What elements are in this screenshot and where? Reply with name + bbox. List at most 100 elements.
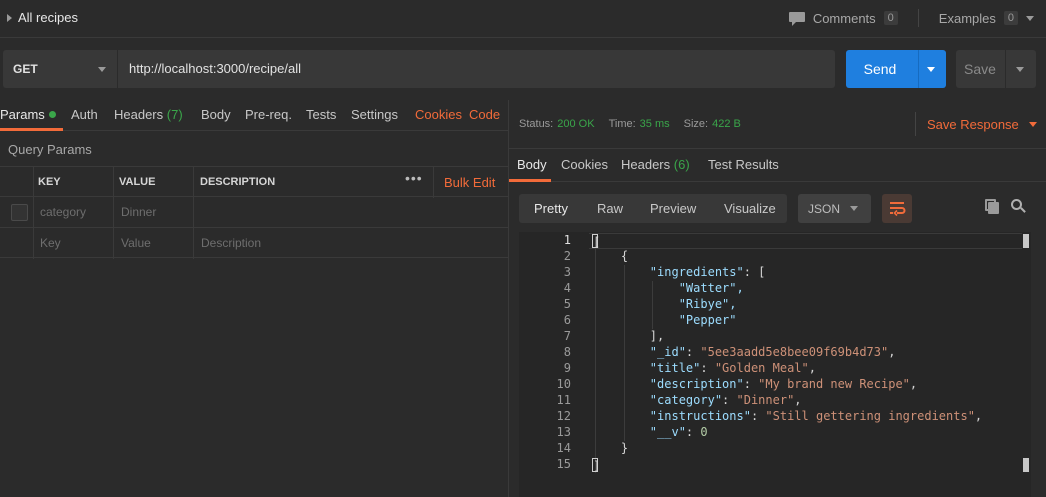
active-tab-indicator — [509, 179, 551, 182]
examples-button[interactable]: Examples — [939, 11, 996, 26]
column-header-key: KEY — [38, 176, 61, 188]
tab-body[interactable]: Body — [201, 107, 231, 122]
code-link[interactable]: Code — [469, 107, 500, 122]
id-value: "5ee3aadd5e8bee09f69b4d73" — [700, 345, 889, 359]
view-pretty-button[interactable]: Pretty — [534, 201, 568, 216]
response-tabs: Body Cookies Headers (6) Test Results — [509, 149, 1046, 182]
active-tab-indicator — [0, 128, 63, 131]
line-number: 15 — [556, 457, 571, 471]
save-options-chevron-icon[interactable] — [1016, 67, 1024, 72]
new-key-input[interactable]: Key — [40, 236, 61, 250]
line-number: 14 — [556, 441, 571, 455]
param-value-input[interactable]: Dinner — [121, 205, 156, 219]
save-response-label: Save Response — [927, 117, 1019, 132]
category-value: "Dinner" — [736, 393, 795, 407]
chevron-down-icon — [850, 206, 858, 211]
examples-chevron-down-icon[interactable] — [1026, 15, 1034, 21]
examples-count-badge: 0 — [1003, 11, 1018, 25]
cookies-link[interactable]: Cookies — [415, 107, 462, 122]
url-input[interactable]: http://localhost:3000/recipe/all — [118, 50, 835, 88]
param-enable-checkbox[interactable] — [11, 204, 28, 221]
method-select[interactable]: GET — [3, 50, 117, 88]
tab-prereq[interactable]: Pre-req. — [245, 107, 292, 122]
size-label: Size: — [683, 118, 709, 130]
ingredient-value: "Pepper" — [678, 313, 737, 327]
top-bar: All recipes Comments 0 Examples 0 — [0, 0, 1046, 38]
line-number: 3 — [563, 265, 571, 279]
tab-headers-label: Headers — [114, 107, 164, 122]
column-header-description: DESCRIPTION — [200, 176, 276, 188]
chevron-down-icon — [98, 67, 106, 72]
save-button[interactable]: Save — [956, 50, 1036, 88]
code-line: "ingredients": [ — [649, 265, 766, 279]
format-label: JSON — [808, 202, 841, 216]
status-value: 200 OK — [557, 118, 595, 130]
tab-response-headers-label: Headers — [621, 157, 671, 172]
line-number: 8 — [563, 345, 571, 359]
tab-test-results[interactable]: Test Results — [708, 157, 779, 172]
code-line: "title": "Golden Meal", — [649, 361, 816, 375]
bulk-edit-link[interactable]: Bulk Edit — [444, 175, 495, 190]
param-key-input[interactable]: category — [40, 205, 86, 219]
save-label: Save — [964, 61, 996, 77]
new-description-input[interactable]: Description — [201, 236, 261, 250]
tab-auth[interactable]: Auth — [71, 107, 98, 122]
code-line: [ — [592, 234, 601, 249]
copy-icon[interactable] — [985, 199, 999, 214]
time-value: 35 ms — [639, 118, 670, 130]
tab-headers[interactable]: Headers (7) — [114, 107, 183, 122]
save-response-button[interactable]: Save Response — [927, 117, 1037, 132]
ingredient-value: "Watter", — [678, 281, 744, 295]
view-raw-button[interactable]: Raw — [597, 201, 623, 216]
code-line: ], — [592, 329, 665, 343]
scroll-marker — [1023, 234, 1029, 248]
line-number: 7 — [563, 329, 571, 343]
comments-count-badge: 0 — [883, 11, 898, 25]
version-value: 0 — [700, 425, 708, 439]
status-label: Status: — [519, 118, 554, 130]
line-number: 11 — [556, 393, 571, 407]
response-headers-count: (6) — [673, 157, 690, 172]
line-number: 13 — [556, 425, 571, 439]
new-value-input[interactable]: Value — [121, 236, 151, 250]
tab-response-headers[interactable]: Headers (6) — [621, 157, 690, 172]
format-select[interactable]: JSON — [798, 194, 871, 223]
tab-tests[interactable]: Tests — [306, 107, 336, 122]
tab-params[interactable]: Params — [0, 107, 56, 122]
wrap-lines-button[interactable] — [882, 194, 912, 223]
description-value: "My brand new Recipe" — [758, 377, 910, 391]
expand-icon — [7, 13, 12, 22]
view-mode-bar: Pretty Raw Preview Visualize — [519, 194, 787, 223]
active-line-highlight — [589, 233, 1022, 249]
comments-button[interactable]: Comments — [813, 11, 876, 26]
request-tabs: Params Auth Headers (7) Body Pre-req. Te… — [0, 100, 508, 131]
view-visualize-button[interactable]: Visualize — [724, 201, 776, 216]
tab-response-body[interactable]: Body — [517, 157, 547, 172]
more-options-icon[interactable]: ••• — [405, 170, 423, 186]
send-label: Send — [863, 61, 897, 77]
chevron-down-icon — [1028, 122, 1037, 127]
line-number: 1 — [563, 233, 571, 247]
search-icon[interactable] — [1011, 199, 1026, 213]
collection-title[interactable]: All recipes — [7, 10, 78, 25]
headers-count: (7) — [166, 107, 183, 122]
code-line: ] — [592, 458, 601, 473]
response-body-editor[interactable]: 1 2 3 4 5 6 7 8 9 10 11 12 13 14 15 [ { … — [519, 232, 1031, 497]
method-label: GET — [13, 62, 38, 76]
line-number: 10 — [556, 377, 571, 391]
table-header-row: KEY VALUE DESCRIPTION ••• Bulk Edit — [0, 166, 508, 198]
tab-response-cookies[interactable]: Cookies — [561, 157, 608, 172]
comment-icon[interactable] — [788, 11, 805, 26]
tab-settings[interactable]: Settings — [351, 107, 398, 122]
size-info: Size: 422 B — [684, 118, 741, 130]
ingredient-value: "Ribye", — [678, 297, 737, 311]
view-preview-button[interactable]: Preview — [650, 201, 696, 216]
send-button[interactable]: Send — [846, 50, 946, 88]
collection-title-label: All recipes — [18, 10, 78, 25]
wrap-icon — [890, 202, 906, 217]
code-line: } — [592, 441, 629, 455]
send-options-chevron-icon[interactable] — [927, 67, 935, 72]
divider — [917, 9, 919, 27]
code-line: "Pepper" — [592, 313, 737, 327]
query-params-title: Query Params — [8, 142, 92, 157]
